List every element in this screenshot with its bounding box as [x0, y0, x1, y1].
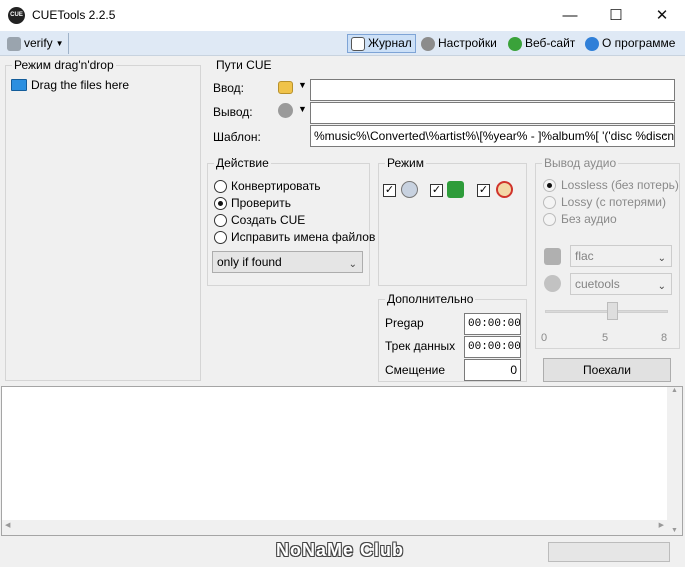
go-button[interactable]: Поехали	[543, 358, 671, 382]
input-dropdown-caret[interactable]: ▼	[298, 80, 307, 90]
radio-lossy-label: Lossy (с потерями)	[561, 195, 666, 209]
radio-create-cue[interactable]	[214, 214, 227, 227]
slider-label-max: 8	[661, 332, 668, 344]
dragdrop-panel[interactable]: Режим drag'n'drop Drag the files here	[5, 58, 201, 381]
folder-icon	[11, 79, 27, 91]
log-button[interactable]: Журнал	[347, 34, 416, 53]
radio-verify[interactable]	[214, 197, 227, 210]
output-label: Вывод:	[213, 105, 253, 119]
output-dropdown-caret[interactable]: ▼	[298, 104, 307, 114]
radio-convert-label: Конвертировать	[231, 179, 321, 193]
input-path-field[interactable]	[310, 79, 675, 101]
audio-output-title: Вывод аудио	[542, 156, 619, 170]
about-label: О программе	[602, 36, 676, 50]
profile-dropdown[interactable]: verify ▼	[4, 34, 67, 53]
radio-verify-label: Проверить	[231, 196, 292, 210]
website-button[interactable]: Веб-сайт	[505, 34, 578, 53]
chevron-down-icon: ⌄	[657, 253, 666, 264]
watermark: NoNaMe Club	[276, 540, 404, 560]
scroll-up-icon[interactable]: ▲	[667, 387, 682, 394]
status-bar: NoNaMe Club	[0, 538, 685, 567]
maximize-button[interactable]: ☐	[593, 0, 639, 31]
scroll-left-icon[interactable]: ◀	[5, 521, 10, 529]
radio-fix-filenames-label: Исправить имена файлов	[231, 230, 376, 244]
about-button[interactable]: О программе	[582, 34, 678, 53]
verify-mode-select[interactable]: only if found ⌄	[212, 251, 363, 273]
window-title: CUETools 2.2.5	[32, 8, 116, 22]
log-vertical-scrollbar[interactable]: ▲ ▼	[667, 387, 682, 535]
chevron-down-icon: ▼	[55, 39, 64, 48]
website-label: Веб-сайт	[525, 36, 576, 50]
profile-label: verify	[24, 36, 53, 50]
cue-paths-title: Пути CUE	[214, 58, 274, 72]
datatrack-field[interactable]: 00:00:00	[464, 336, 521, 358]
offset-field[interactable]: 0	[464, 359, 521, 381]
radio-convert[interactable]	[214, 180, 227, 193]
scroll-right-icon[interactable]: ▶	[659, 521, 664, 529]
puzzle-icon	[447, 181, 464, 198]
slider-label-min: 0	[541, 332, 548, 344]
radio-no-audio[interactable]	[543, 213, 556, 226]
mode-checkbox-3[interactable]: ✓	[477, 184, 490, 197]
close-button[interactable]: ✕	[639, 0, 685, 31]
input-label: Ввод:	[213, 81, 244, 95]
globe-icon	[508, 36, 522, 51]
mode-checkbox-1[interactable]: ✓	[383, 184, 396, 197]
gear-icon	[544, 275, 561, 292]
dragdrop-item[interactable]: Drag the files here	[11, 78, 129, 92]
log-textarea[interactable]	[1, 386, 683, 536]
verify-mode-value: only if found	[217, 255, 282, 269]
settings-button[interactable]: Настройки	[418, 34, 500, 53]
pregap-label: Pregap	[385, 316, 424, 330]
extra-title: Дополнительно	[385, 292, 476, 306]
alarm-clock-icon	[496, 181, 513, 198]
dragdrop-title: Режим drag'n'drop	[12, 58, 116, 72]
format-icon	[544, 248, 561, 265]
audio-format-value: flac	[575, 249, 594, 263]
gear-icon[interactable]	[278, 103, 293, 118]
chevron-down-icon: ⌄	[348, 259, 357, 270]
settings-label: Настройки	[438, 36, 497, 50]
offset-label: Смещение	[385, 363, 446, 377]
template-label: Шаблон:	[213, 130, 261, 144]
output-path-field[interactable]	[310, 102, 675, 124]
audio-encoder-select[interactable]: cuetools ⌄	[570, 273, 672, 295]
mode-title: Режим	[385, 156, 426, 170]
app-icon: CUE	[8, 7, 25, 24]
toolbar-separator	[68, 33, 69, 54]
audio-encoder-value: cuetools	[575, 277, 620, 291]
scroll-down-icon[interactable]: ▼	[667, 527, 682, 534]
quality-slider-thumb[interactable]	[606, 302, 618, 320]
title-bar: CUE CUETools 2.2.5 — ☐ ✕	[0, 0, 685, 31]
dragdrop-item-label: Drag the files here	[31, 78, 130, 92]
journal-icon	[351, 36, 365, 51]
radio-lossy[interactable]	[543, 196, 556, 209]
template-field[interactable]: %music%\Converted\%artist%\[%year% - ]%a…	[310, 125, 675, 147]
toolbar: verify ▼ Журнал Настройки Веб-сайт О про…	[0, 31, 685, 56]
progress-bar	[548, 542, 670, 562]
gear-icon	[421, 36, 435, 51]
printer-icon	[7, 36, 21, 51]
radio-fix-filenames[interactable]	[214, 231, 227, 244]
info-icon	[585, 36, 599, 51]
log-label: Журнал	[368, 36, 412, 50]
disc-add-icon	[401, 181, 418, 198]
radio-lossless-label: Lossless (без потерь)	[561, 178, 679, 192]
audio-format-select[interactable]: flac ⌄	[570, 245, 672, 267]
datatrack-label: Трек данных	[385, 339, 456, 353]
minimize-button[interactable]: —	[547, 0, 593, 31]
radio-create-cue-label: Создать CUE	[231, 213, 306, 227]
chevron-down-icon[interactable]: ⌄	[661, 128, 669, 139]
folder-browse-icon[interactable]	[278, 81, 293, 94]
pregap-field[interactable]: 00:00:00	[464, 313, 521, 335]
chevron-down-icon: ⌄	[657, 281, 666, 292]
mode-checkbox-2[interactable]: ✓	[430, 184, 443, 197]
action-title: Действие	[214, 156, 271, 170]
radio-no-audio-label: Без аудио	[561, 212, 617, 226]
slider-label-mid: 5	[602, 332, 609, 344]
radio-lossless[interactable]	[543, 179, 556, 192]
log-horizontal-scrollbar[interactable]: ◀ ▶	[2, 520, 667, 535]
